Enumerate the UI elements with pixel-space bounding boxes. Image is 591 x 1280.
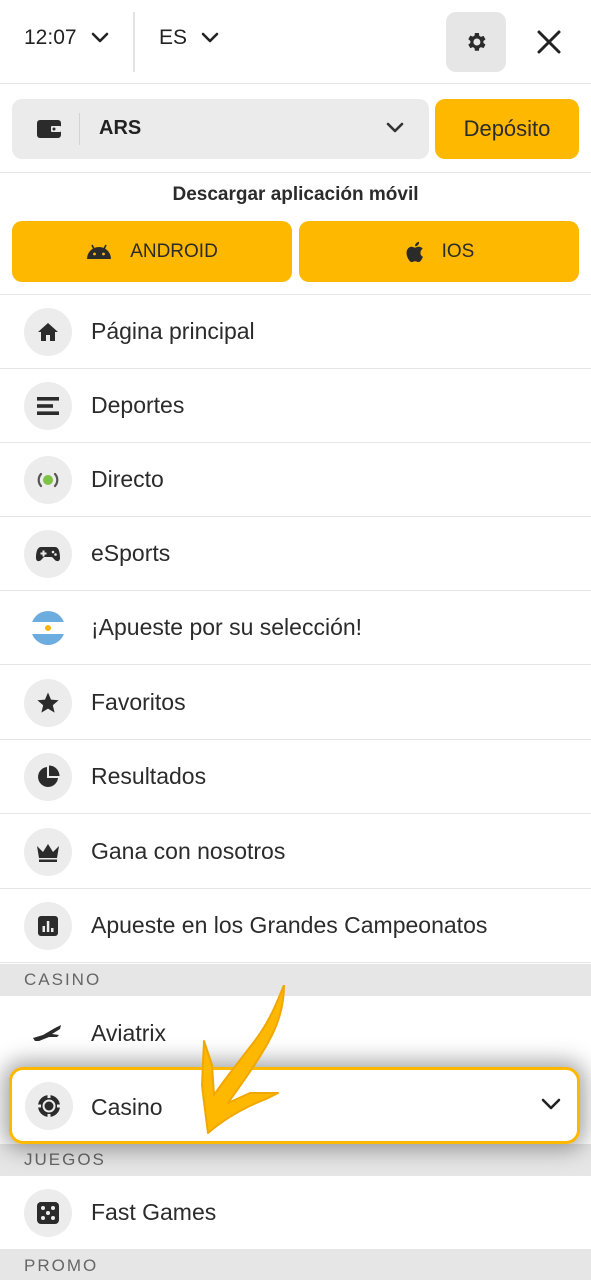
menu-item-casino[interactable]: Casino bbox=[9, 1067, 580, 1144]
star-icon bbox=[24, 678, 72, 727]
section-header-games: JUEGOS bbox=[0, 1144, 591, 1176]
gamepad-icon bbox=[24, 529, 72, 578]
menu-label: Aviatrix bbox=[91, 1019, 166, 1046]
android-icon bbox=[87, 244, 112, 259]
home-icon bbox=[24, 307, 72, 356]
casino-chip-icon bbox=[25, 1082, 73, 1130]
menu-item-home[interactable]: Página principal bbox=[0, 295, 591, 369]
menu-item-aviatrix[interactable]: Aviatrix bbox=[0, 996, 591, 1070]
bar-chart-icon bbox=[24, 901, 72, 950]
deposit-button[interactable]: Depósito bbox=[435, 99, 579, 159]
menu-item-favorites[interactable]: Favoritos bbox=[0, 666, 591, 740]
menu-label: Deportes bbox=[91, 392, 185, 418]
menu-label: Gana con nosotros bbox=[91, 838, 286, 864]
divider bbox=[79, 113, 80, 145]
menu-item-sports[interactable]: Deportes bbox=[0, 369, 591, 443]
menu-item-fast-games[interactable]: Fast Games bbox=[0, 1176, 591, 1250]
chevron-down-icon bbox=[386, 122, 404, 133]
menu-label: Apueste en los Grandes Campeonatos bbox=[91, 912, 488, 938]
ios-app-button[interactable]: IOS bbox=[299, 221, 579, 282]
time-selector[interactable]: 12:07 bbox=[24, 26, 109, 50]
menu-label: Favoritos bbox=[91, 689, 186, 715]
section-header-casino: CASINO bbox=[0, 964, 591, 996]
menu-item-team-bet[interactable]: ¡Apueste por su selección! bbox=[0, 591, 591, 665]
divider bbox=[0, 172, 591, 173]
crown-icon bbox=[24, 827, 72, 876]
close-icon bbox=[537, 30, 561, 54]
argentina-flag-icon bbox=[24, 603, 72, 652]
currency-selector[interactable]: ARS bbox=[12, 99, 429, 159]
menu-item-live[interactable]: Directo bbox=[0, 443, 591, 517]
apple-icon bbox=[406, 241, 423, 262]
menu-label: ¡Apueste por su selección! bbox=[91, 614, 363, 640]
close-button[interactable] bbox=[529, 22, 569, 62]
divider bbox=[133, 12, 135, 72]
top-bar: 12:07 ES bbox=[0, 0, 591, 84]
menu-label: Directo bbox=[91, 466, 164, 492]
menu-label: Casino bbox=[91, 1094, 163, 1120]
pie-chart-icon bbox=[24, 752, 72, 801]
chevron-down-icon bbox=[541, 1098, 561, 1110]
plane-icon bbox=[24, 1009, 72, 1057]
language-label: ES bbox=[159, 26, 188, 49]
time-label: 12:07 bbox=[24, 26, 77, 49]
menu-item-esports[interactable]: eSports bbox=[0, 517, 591, 591]
android-label: ANDROID bbox=[130, 240, 218, 262]
download-title: Descargar aplicación móvil bbox=[172, 184, 419, 205]
menu-item-results[interactable]: Resultados bbox=[0, 740, 591, 814]
section-header-promo: PROMO bbox=[0, 1250, 591, 1280]
sports-list-icon bbox=[24, 381, 72, 430]
menu-label: Fast Games bbox=[91, 1199, 217, 1225]
language-selector[interactable]: ES bbox=[159, 26, 219, 50]
menu-label: eSports bbox=[91, 540, 171, 566]
dice-icon bbox=[24, 1188, 72, 1237]
menu-label: Resultados bbox=[91, 763, 207, 789]
menu-item-affiliate[interactable]: Gana con nosotros bbox=[0, 815, 591, 889]
live-icon bbox=[24, 455, 72, 504]
menu-label: Página principal bbox=[91, 318, 255, 344]
chevron-down-icon bbox=[201, 32, 219, 43]
menu-item-championships[interactable]: Apueste en los Grandes Campeonatos bbox=[0, 889, 591, 963]
wallet-icon bbox=[37, 120, 61, 138]
chevron-down-icon bbox=[91, 32, 108, 43]
ios-label: IOS bbox=[441, 240, 475, 262]
currency-code: ARS bbox=[99, 117, 142, 139]
gear-icon bbox=[468, 33, 486, 51]
android-app-button[interactable]: ANDROID bbox=[12, 221, 292, 282]
settings-button[interactable] bbox=[446, 12, 506, 72]
